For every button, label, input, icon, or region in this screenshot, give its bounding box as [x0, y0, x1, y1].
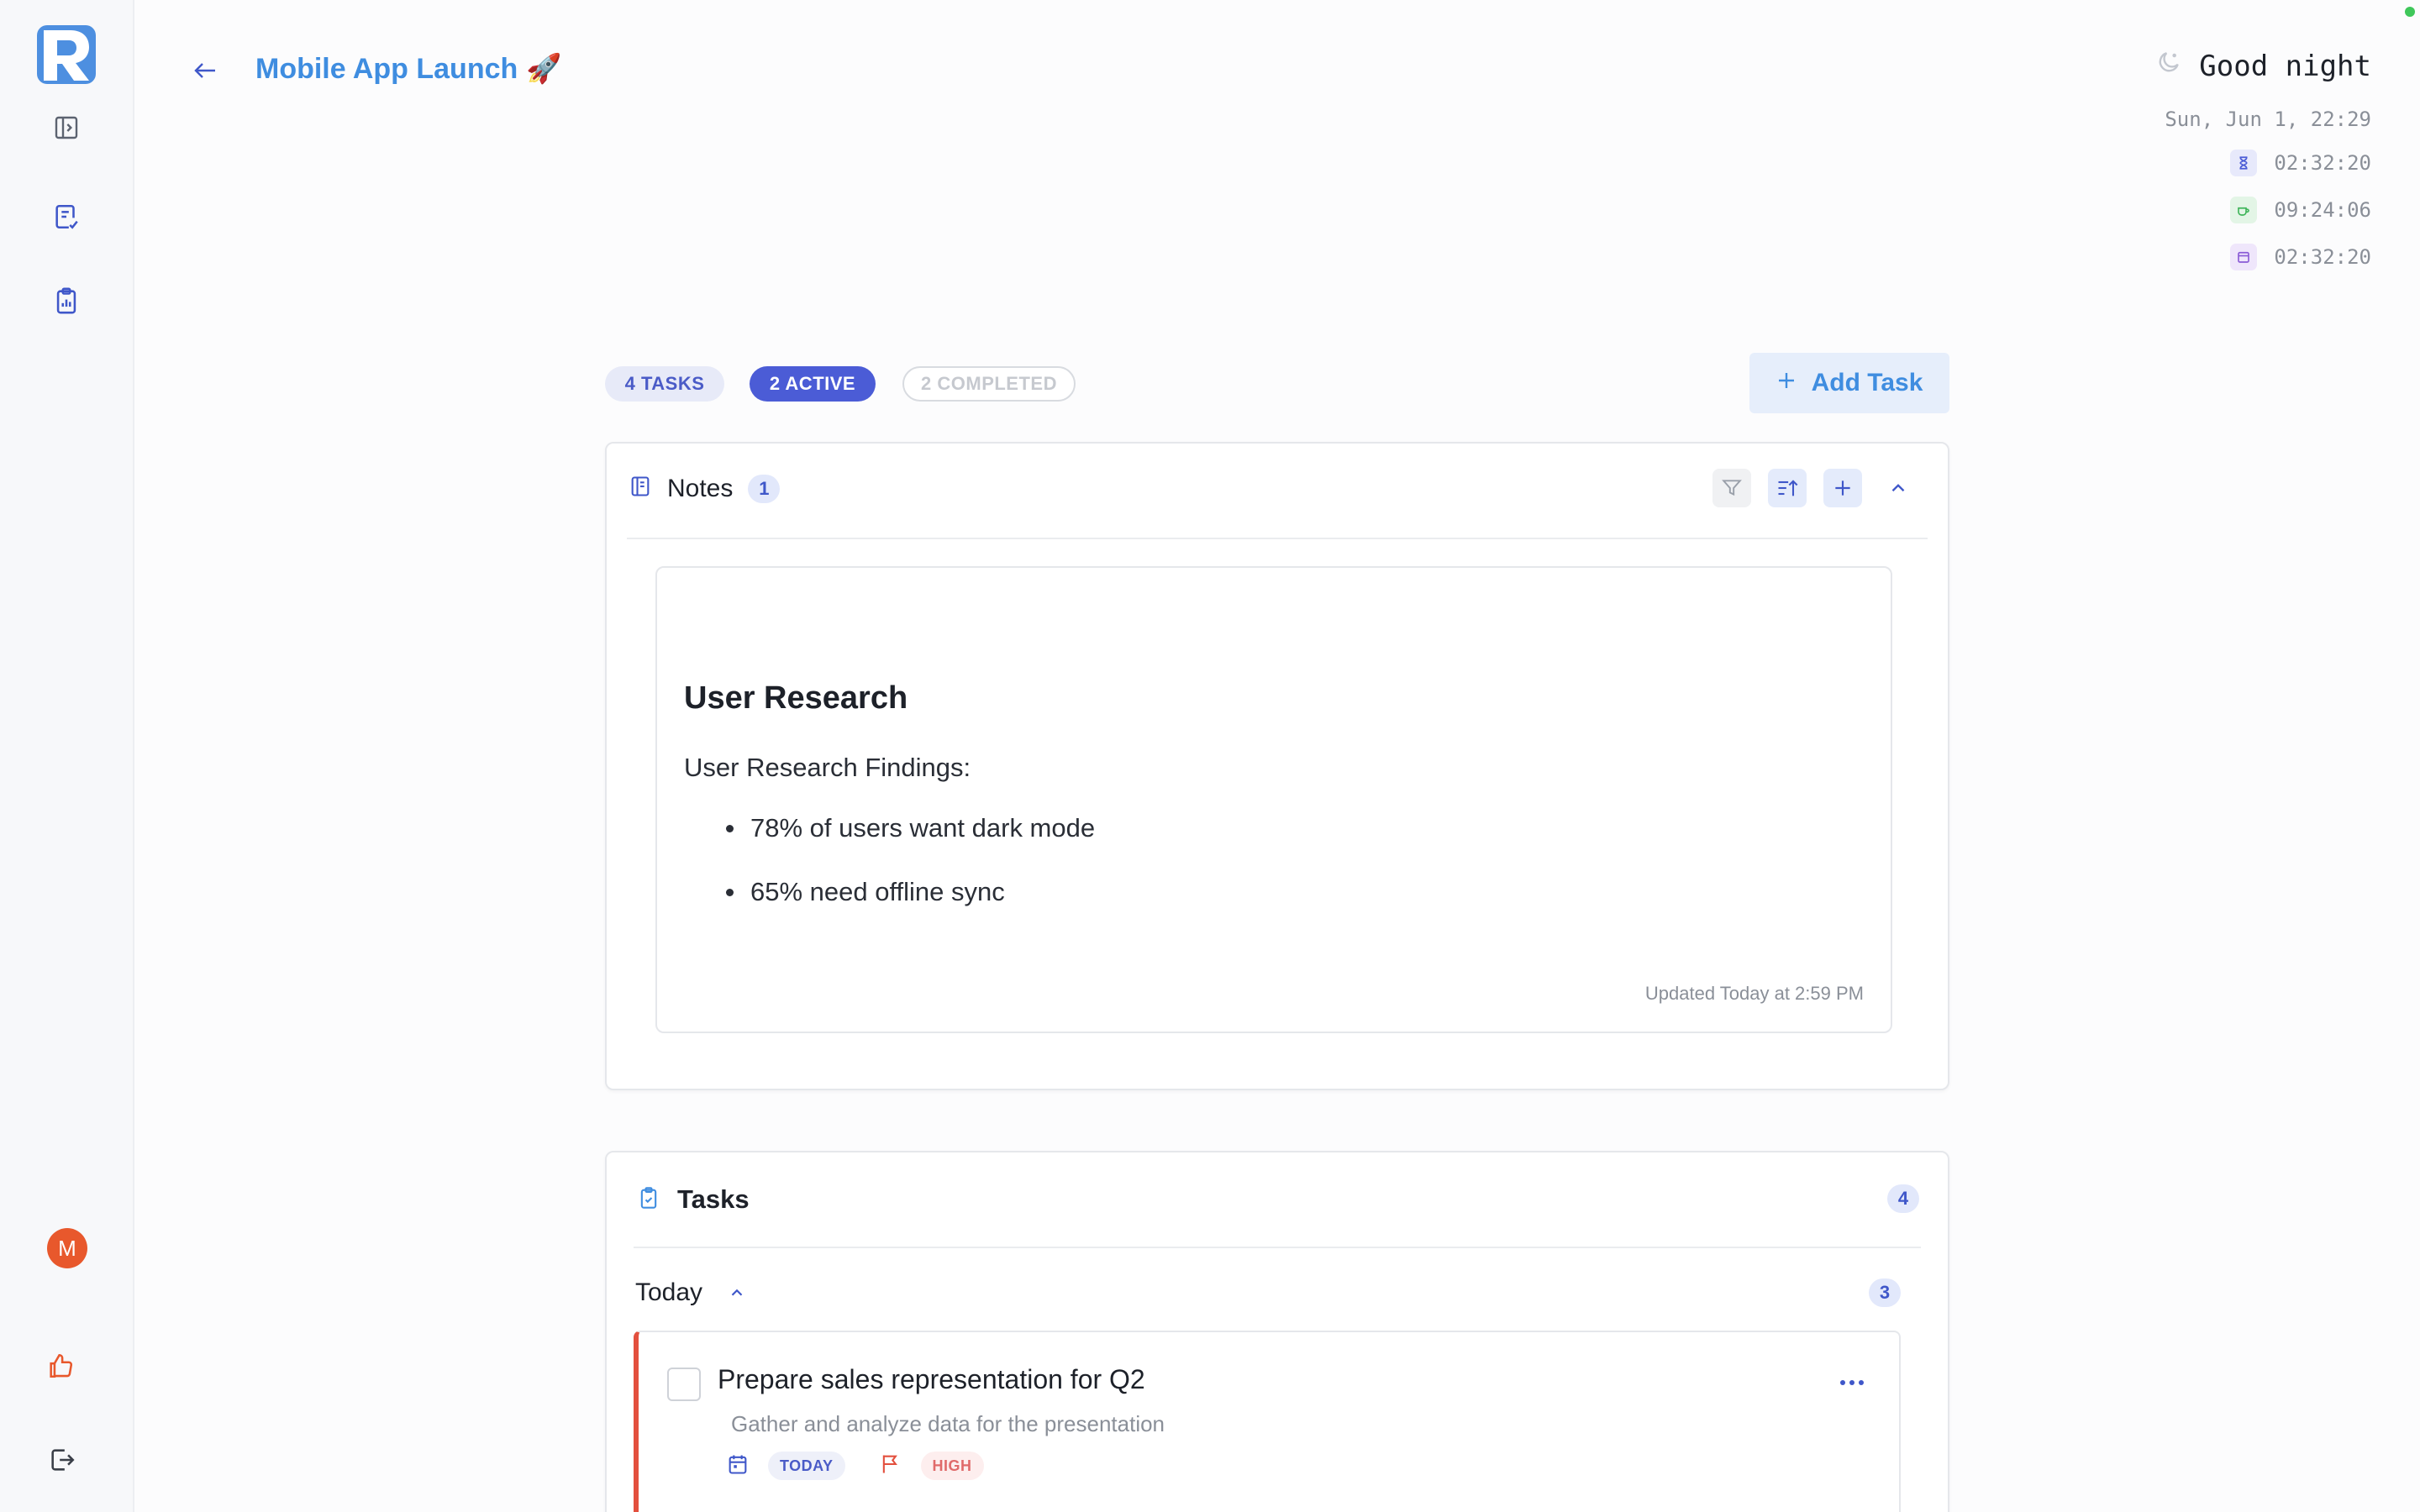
notes-tools — [1712, 469, 1918, 507]
back-button[interactable] — [187, 54, 224, 87]
notes-header[interactable]: Notes 1 — [629, 474, 781, 503]
flag-icon — [879, 1452, 902, 1480]
note-bullets: 78% of users want dark mode 65% need off… — [726, 813, 1095, 941]
notes-panel: Notes 1 User Research User Research Find… — [605, 442, 1949, 1090]
sort-icon — [1778, 480, 1798, 496]
user-avatar[interactable]: M — [47, 1228, 87, 1268]
page-title-text: Mobile App Launch — [255, 52, 518, 85]
more-horizontal-icon — [1840, 1380, 1864, 1385]
add-task-label: Add Task — [1811, 369, 1923, 396]
timer-session[interactable]: 02:32:20 — [2230, 244, 2371, 270]
tasks-count-badge: 4 — [1887, 1184, 1919, 1213]
filter-completed[interactable]: 2 COMPLETED — [902, 366, 1076, 402]
timer-break[interactable]: 09:24:06 — [2230, 197, 2371, 223]
page-title: Mobile App Launch 🚀 — [255, 52, 562, 86]
calendar-small-icon — [2230, 244, 2258, 270]
timer-break-value: 09:24:06 — [2274, 198, 2371, 222]
filter-all-tasks[interactable]: 4 TASKS — [605, 366, 724, 402]
add-task-button[interactable]: Add Task — [1749, 353, 1949, 413]
divider — [634, 1247, 1921, 1248]
task-description: Gather and analyze data for the presenta… — [731, 1411, 1165, 1436]
task-meta: TODAY HIGH — [726, 1452, 984, 1480]
notebook-icon — [629, 474, 652, 503]
task-title: Prepare sales representation for Q2 — [718, 1364, 1145, 1394]
collapse-notes-button[interactable] — [1879, 469, 1918, 507]
logout-icon[interactable] — [39, 1436, 86, 1483]
filter-button[interactable] — [1712, 469, 1751, 507]
coffee-icon — [2230, 197, 2258, 223]
plus-icon — [1835, 480, 1850, 496]
plus-icon — [1776, 369, 1797, 397]
group-today-header[interactable]: Today — [635, 1278, 746, 1307]
note-bullet: 65% need offline sync — [726, 877, 1095, 941]
chevron-up-icon — [1891, 484, 1905, 492]
task-item[interactable]: Prepare sales representation for Q2 Gath… — [634, 1331, 1901, 1512]
note-updated-time: Updated Today at 2:59 PM — [1644, 983, 1864, 1004]
greeting: Good night — [2155, 49, 2371, 83]
note-card[interactable]: User Research User Research Findings: 78… — [655, 566, 1892, 1033]
tasks-header[interactable]: Tasks — [637, 1184, 750, 1215]
rocket-emoji: 🚀 — [526, 53, 562, 85]
filter-icon — [1722, 480, 1742, 496]
online-status-dot — [2405, 7, 2415, 17]
notes-label: Notes — [667, 474, 734, 502]
tasks-label: Tasks — [677, 1184, 750, 1214]
timer-focus[interactable]: 02:32:20 — [2230, 150, 2371, 176]
divider — [627, 538, 1928, 539]
thumbs-up-icon[interactable] — [37, 1342, 84, 1389]
calendar-icon — [726, 1452, 750, 1480]
note-subtitle: User Research Findings: — [684, 753, 971, 782]
moon-icon — [2155, 49, 2182, 83]
task-more-button[interactable] — [1835, 1366, 1869, 1399]
sort-button[interactable] — [1768, 469, 1807, 507]
timer-focus-value: 02:32:20 — [2274, 151, 2371, 175]
hourglass-icon — [2230, 150, 2258, 176]
sidebar: M — [0, 0, 134, 1512]
clipboard-check-icon — [637, 1185, 660, 1215]
priority-tag[interactable]: HIGH — [920, 1452, 984, 1480]
nav-report-icon[interactable] — [43, 277, 90, 324]
chevron-up-icon — [731, 1289, 743, 1296]
notes-count-badge: 1 — [748, 474, 781, 503]
note-title: User Research — [684, 680, 908, 716]
add-note-button[interactable] — [1823, 469, 1862, 507]
tasks-panel: Tasks 4 Today 3 Prepare sales representa… — [605, 1151, 1949, 1512]
task-checkbox[interactable] — [667, 1368, 701, 1401]
timer-session-value: 02:32:20 — [2274, 245, 2371, 269]
filter-active[interactable]: 2 ACTIVE — [750, 366, 876, 402]
group-label: Today — [635, 1278, 703, 1306]
app-logo[interactable] — [37, 25, 96, 84]
due-date-tag[interactable]: TODAY — [768, 1452, 845, 1480]
nav-task-list-icon[interactable] — [43, 193, 90, 240]
group-count-badge: 3 — [1869, 1278, 1901, 1307]
greeting-text: Good night — [2199, 49, 2371, 83]
sidebar-toggle-icon[interactable] — [43, 104, 90, 151]
note-bullet: 78% of users want dark mode — [726, 813, 1095, 877]
current-date: Sun, Jun 1, 22:29 — [2165, 108, 2371, 131]
